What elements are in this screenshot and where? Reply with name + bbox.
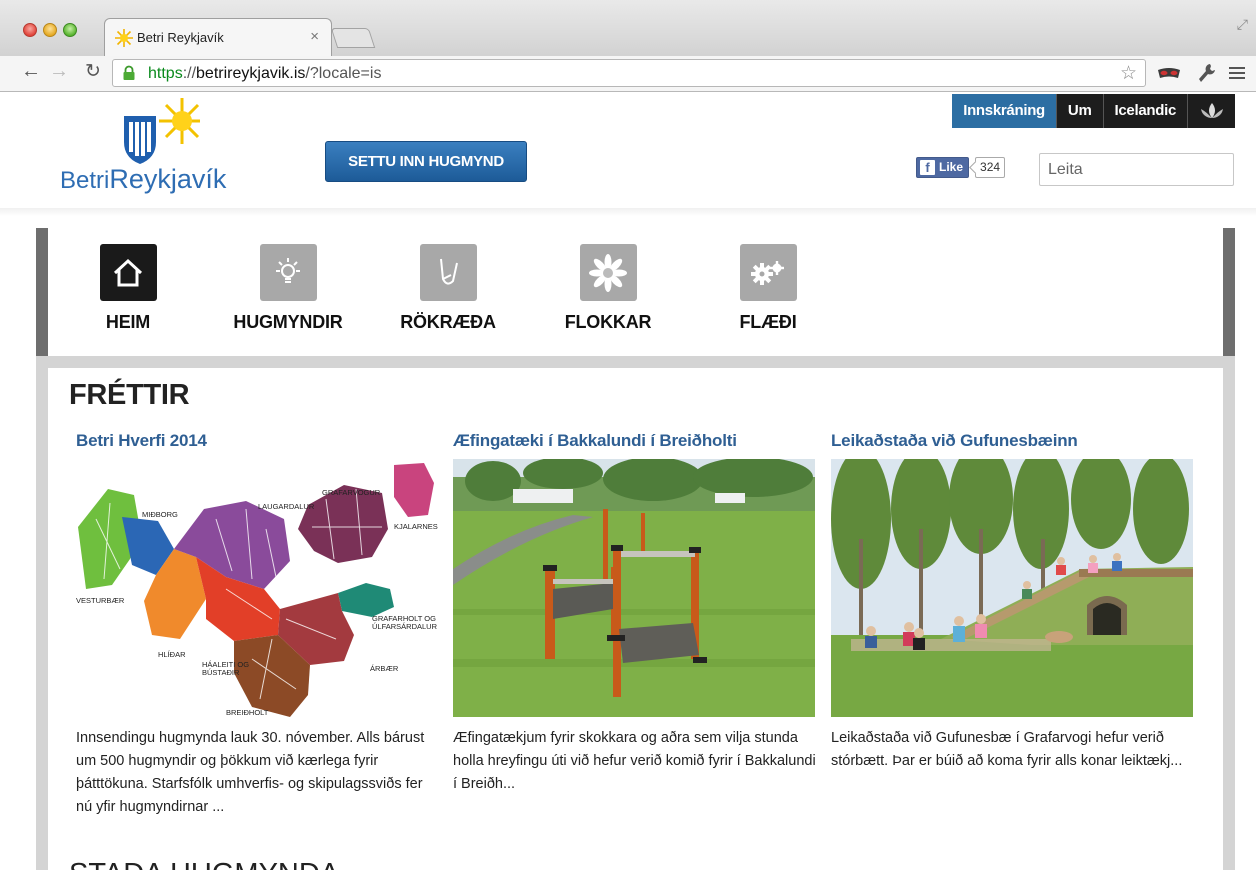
facebook-like-button[interactable]: f Like <box>916 156 970 178</box>
lightbulb-icon <box>259 244 317 301</box>
main-navigation: HEIM HUGMYNDIR RÖKRÆÐA FLOKKAR FLÆÐI <box>36 228 1235 356</box>
site-logo[interactable]: BetriReykjavík <box>60 98 240 202</box>
facebook-like-count: 324 <box>975 156 1006 178</box>
news-title-link[interactable]: Æfingatæki í Bakkalundi í Breiðholti <box>453 431 818 451</box>
map-label-vesturbaer: VESTURBÆR <box>76 596 125 605</box>
zoom-window-button[interactable] <box>63 23 77 37</box>
new-tab-button[interactable] <box>330 28 376 48</box>
facebook-like-label: Like <box>939 159 964 174</box>
nav-item-flokkar[interactable]: FLOKKAR <box>528 244 688 333</box>
news-excerpt: Innsendingu hugmynda lauk 30. nóvember. … <box>76 730 425 815</box>
close-window-button[interactable] <box>23 23 37 37</box>
map-label-kjalarnes: KJALARNES <box>394 522 438 531</box>
facebook-like-widget: f Like 324 <box>916 156 1006 178</box>
flower-icon <box>579 244 637 301</box>
browser-toolbar: ← → ↻ https://betrireykjavik.is/?locale=… <box>0 56 1256 92</box>
news-image-district-map[interactable]: MIÐBORG LAUGARDALUR GRAFARVOGUR KJALARNE… <box>76 459 438 717</box>
news-item: Æfingatæki í Bakkalundi í Breiðholti Æfi… <box>453 431 818 796</box>
top-navigation: Innskráning Um Icelandic <box>952 94 1235 128</box>
nav-item-flaedi[interactable]: FLÆÐI <box>688 244 848 333</box>
news-excerpt: Leikaðstaða við Gufunesbæ í Grafarvogi h… <box>831 730 1183 769</box>
news-image-playground[interactable] <box>831 459 1193 717</box>
sun-favicon-icon <box>115 29 133 47</box>
map-label-breidholt: BREIÐHOLT <box>226 708 269 717</box>
section-title-idea-status: STAÐA HUGMYNDA <box>69 858 339 870</box>
nav-label-flokkar: FLOKKAR <box>564 312 652 332</box>
wrench-icon[interactable] <box>1198 63 1216 83</box>
tab-close-icon[interactable]: × <box>310 28 319 45</box>
fullscreen-icon[interactable]: ⤢ <box>1237 16 1248 33</box>
nav-label-hugmyndir: HUGMYNDIR <box>233 312 343 332</box>
url-text: https://betrireykjavik.is/?locale=is <box>148 65 382 82</box>
gears-icon <box>739 244 797 301</box>
lock-icon <box>123 65 135 80</box>
map-label-grafarvogur: GRAFARVOGUR <box>322 488 381 497</box>
about-link[interactable]: Um <box>1055 94 1103 128</box>
browser-titlebar: Betri Reykjavík × ⤢ <box>0 0 1256 56</box>
nav-item-rokraeda[interactable]: RÖKRÆÐA <box>368 244 528 333</box>
debate-icon <box>419 244 477 301</box>
reload-icon[interactable]: ↻ <box>82 60 104 83</box>
login-link[interactable]: Innskráning <box>952 94 1056 128</box>
menu-icon[interactable] <box>1229 66 1245 80</box>
browser-tab[interactable]: Betri Reykjavík × <box>104 18 332 56</box>
map-label-laugardalur: LAUGARDALUR <box>258 502 315 511</box>
news-excerpt: Æfingatækjum fyrir skokkara og aðra sem … <box>453 730 816 792</box>
minimize-window-button[interactable] <box>43 23 57 37</box>
map-label-arbaer: ÁRBÆR <box>370 664 399 673</box>
submit-idea-button[interactable]: SETTU INN HUGMYND <box>325 141 527 182</box>
star-icon[interactable]: ☆ <box>1120 62 1137 85</box>
nav-label-rokraeda: RÖKRÆÐA <box>400 312 496 332</box>
facebook-icon: f <box>920 159 935 175</box>
logo-text: BetriReykjavík <box>60 164 227 194</box>
map-label-midborg: MIÐBORG <box>142 510 178 519</box>
logo-emblem-icon <box>124 98 200 164</box>
lotus-icon <box>1200 103 1223 118</box>
map-label-haaleiti-2: BÚSTAÐIR <box>202 668 240 677</box>
news-title-link[interactable]: Betri Hverfi 2014 <box>76 431 441 451</box>
nav-label-heim: HEIM <box>105 312 151 332</box>
section-title-news: FRÉTTIR <box>69 379 190 411</box>
map-label-grafarholt-2: ÚLFARSÁRDALUR <box>372 622 438 631</box>
mask-extension-icon[interactable] <box>1157 66 1181 82</box>
forward-arrow-icon[interactable]: → <box>48 60 70 83</box>
nav-item-hugmyndir[interactable]: HUGMYNDIR <box>208 244 368 333</box>
news-title-link[interactable]: Leikaðstaða við Gufunesbæinn <box>831 431 1196 451</box>
address-bar[interactable]: https://betrireykjavik.is/?locale=is ☆ <box>112 59 1146 87</box>
tab-title: Betri Reykjavík <box>137 30 224 45</box>
map-label-hlidar: HLÍÐAR <box>158 650 186 659</box>
news-item: Leikaðstaða við Gufunesbæinn Leikaðstaða… <box>831 431 1196 773</box>
back-arrow-icon[interactable]: ← <box>20 60 42 83</box>
header-divider <box>0 208 1256 216</box>
language-link[interactable]: Icelandic <box>1102 94 1187 128</box>
news-image-park-equipment[interactable] <box>453 459 815 717</box>
search-input[interactable] <box>1039 153 1234 186</box>
lotus-icon-link[interactable] <box>1187 94 1235 128</box>
nav-item-heim[interactable]: HEIM <box>48 244 208 333</box>
home-icon <box>99 244 157 301</box>
nav-label-flaedi: FLÆÐI <box>739 312 797 332</box>
news-item: Betri Hverfi 2014 MIÐBORG LAUGARDALUR GR… <box>76 431 441 819</box>
